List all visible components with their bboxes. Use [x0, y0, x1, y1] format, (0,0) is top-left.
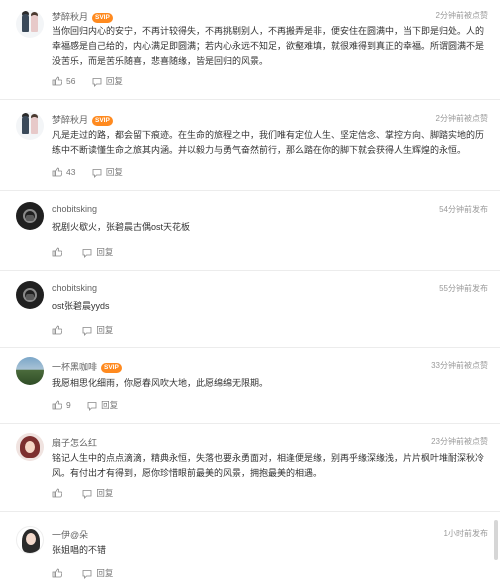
reply-label: 回复 [96, 325, 114, 335]
comment-text: ost张碧晨yyds [52, 301, 110, 311]
thumbs-up-icon [52, 400, 62, 410]
like-count: 43 [66, 166, 76, 177]
vip-badge: SVIP [92, 13, 113, 23]
reply-button[interactable]: 回复 [82, 487, 113, 499]
username[interactable]: chobitsking [52, 204, 97, 214]
thumbs-up-icon [52, 167, 62, 177]
comment-meta: 1小时前发布 [443, 529, 488, 538]
avatar[interactable] [16, 526, 44, 554]
comment-meta: 55分钟前发布 [439, 284, 488, 293]
reply-label: 回复 [101, 400, 119, 410]
reply-label: 回复 [105, 167, 123, 177]
reply-label: 回复 [96, 247, 114, 257]
comment-item: 一伊@朵 1小时前发布 张姐唱的不错 回复 [0, 512, 500, 582]
comment-item: 一杯黑咖啡 SVIP 33分钟前被点赞 我愿相思化细雨，你愿春风吹大地，此愿绵绵无… [0, 348, 500, 424]
comment-meta: 33分钟前被点赞 [431, 361, 488, 370]
thumbs-up-icon [52, 488, 62, 498]
avatar[interactable] [16, 357, 44, 385]
comment-meta: 2分钟前被点赞 [435, 11, 488, 20]
comment-actions: 回复 [52, 324, 127, 336]
speech-bubble-icon [92, 77, 102, 87]
comment-item: 梦醉秋月 SVIP 2分钟前被点赞 凡是走过的路，都会留下痕迹。在生命的旅程之中，… [0, 100, 500, 191]
avatar[interactable] [16, 433, 44, 461]
reply-label: 回复 [96, 568, 114, 578]
comment-text: 我愿相思化细雨，你愿春风吹大地，此愿绵绵无限期。 [52, 378, 269, 388]
comment-item: 梦醉秋月 SVIP 2分钟前被点赞 当你回归内心的安宁，不再计较得失，不再挑剔别人… [0, 0, 500, 100]
like-button[interactable]: 9 [52, 400, 71, 411]
speech-bubble-icon [82, 326, 92, 336]
like-count: 56 [66, 75, 76, 86]
comment-actions: 56 回复 [52, 75, 137, 87]
comment-text: 祝剧火歇火，张碧晨古偶ost天花板 [52, 222, 191, 232]
like-button[interactable] [52, 247, 66, 258]
username-text[interactable]: 梦醉秋月 [52, 12, 88, 22]
like-button[interactable] [52, 488, 66, 499]
reply-label: 回复 [105, 76, 123, 86]
username-text[interactable]: chobitsking [52, 283, 97, 293]
reply-button[interactable]: 回复 [92, 75, 123, 87]
speech-bubble-icon [82, 489, 92, 499]
comment-actions: 9 回复 [52, 399, 132, 411]
username[interactable]: 一杯黑咖啡 SVIP [52, 360, 122, 373]
speech-bubble-icon [82, 248, 92, 258]
comment-item: chobitsking 55分钟前发布 ost张碧晨yyds 回复 [0, 271, 500, 348]
comment-text: 铭记人生中的点点滴滴，精典永恒，失落也要永勇面对，相逢便是缘，别再乎缘深缘浅，片… [52, 453, 485, 478]
comment-meta: 23分钟前被点赞 [431, 437, 488, 446]
comment-item: 扇子怎么红 23分钟前被点赞 铭记人生中的点点滴滴，精典永恒，失落也要永勇面对，… [0, 424, 500, 512]
username-text[interactable]: 扇子怎么红 [52, 438, 97, 448]
comment-actions: 43 回复 [52, 166, 137, 178]
reply-label: 回复 [96, 488, 114, 498]
reply-button[interactable]: 回复 [82, 567, 113, 579]
like-button[interactable]: 56 [52, 76, 75, 87]
avatar[interactable] [16, 112, 44, 140]
avatar[interactable] [16, 281, 44, 309]
comment-text: 张姐唱的不错 [52, 545, 107, 555]
like-button[interactable] [52, 325, 66, 336]
comment-text: 凡是走过的路，都会留下痕迹。在生命的旅程之中，我们唯有定位人生、坚定信念、掌控方… [52, 130, 485, 155]
thumbs-up-icon [52, 568, 62, 578]
comment-meta: 54分钟前发布 [439, 205, 488, 214]
like-button[interactable] [52, 568, 66, 579]
thumbs-up-icon [52, 247, 62, 257]
speech-bubble-icon [87, 401, 97, 411]
speech-bubble-icon [82, 569, 92, 579]
speech-bubble-icon [92, 168, 102, 178]
vip-badge: SVIP [92, 116, 113, 126]
username[interactable]: 扇子怎么红 [52, 436, 97, 449]
comment-actions: 回复 [52, 246, 127, 258]
username[interactable]: 一伊@朵 [52, 528, 88, 541]
comment-actions: 回复 [52, 487, 127, 499]
username-text[interactable]: 一杯黑咖啡 [52, 362, 97, 372]
comment-text: 当你回归内心的安宁，不再计较得失，不再挑剔别人，不再搬弄是非，便安住在圆满中，当… [52, 26, 485, 66]
comment-actions: 回复 [52, 567, 127, 579]
username[interactable]: 梦醉秋月 SVIP [52, 10, 113, 23]
vip-badge: SVIP [101, 363, 122, 373]
username[interactable]: 梦醉秋月 SVIP [52, 113, 113, 126]
reply-button[interactable]: 回复 [82, 246, 113, 258]
like-count: 9 [66, 399, 71, 410]
comment-item: chobitsking 54分钟前发布 祝剧火歇火，张碧晨古偶ost天花板 回复 [0, 191, 500, 271]
like-button[interactable]: 43 [52, 167, 75, 178]
avatar[interactable] [16, 202, 44, 230]
scrollbar[interactable] [494, 520, 498, 560]
thumbs-up-icon [52, 76, 62, 86]
comment-meta: 2分钟前被点赞 [435, 114, 488, 123]
reply-button[interactable]: 回复 [92, 166, 123, 178]
username[interactable]: chobitsking [52, 283, 97, 293]
avatar[interactable] [16, 10, 44, 38]
username-text[interactable]: chobitsking [52, 204, 97, 214]
reply-button[interactable]: 回复 [87, 399, 118, 411]
reply-button[interactable]: 回复 [82, 324, 113, 336]
thumbs-up-icon [52, 325, 62, 335]
username-text[interactable]: 梦醉秋月 [52, 115, 88, 125]
username-text[interactable]: 一伊@朵 [52, 530, 88, 540]
